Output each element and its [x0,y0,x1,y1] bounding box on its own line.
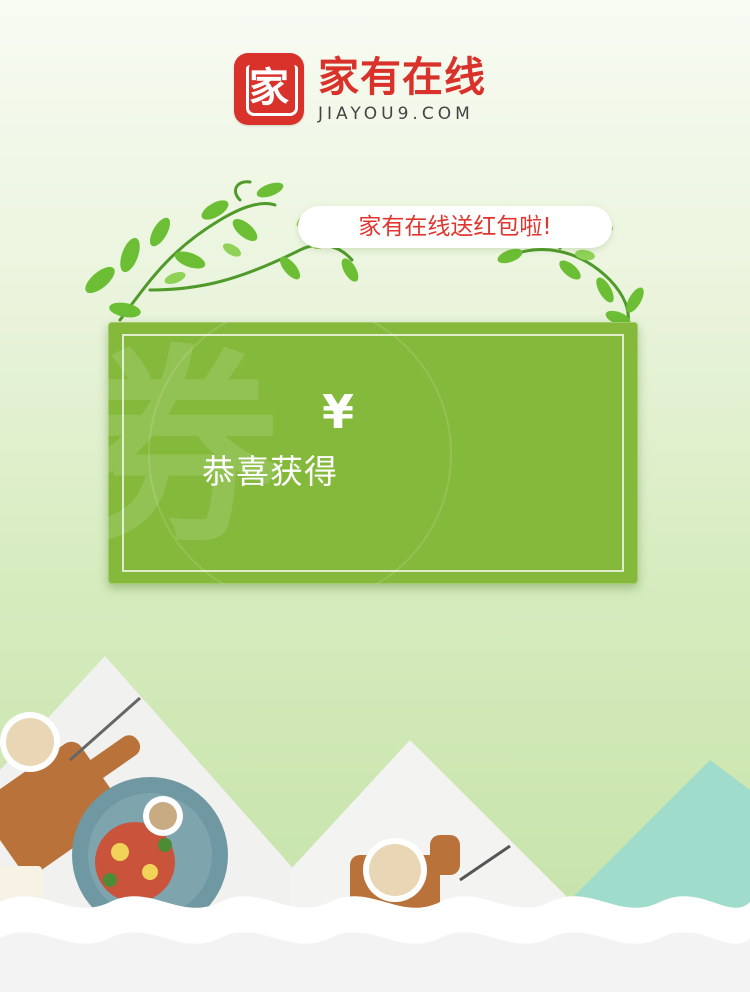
congrats-text: 恭喜获得 [202,452,338,491]
bottom-scenery [0,656,750,992]
brand-logo: 家 家有在线 JIAYOU9.COM [234,52,486,126]
mountain-shapes [560,760,750,910]
promo-banner: 家有在线送红包啦! [298,206,612,248]
logo-glyph: 家 [249,65,289,111]
logo-icon: 家 [234,53,304,125]
brand-text: 家有在线 JIAYOU9.COM [318,53,486,125]
currency-symbol: ¥ [321,385,354,439]
brand-name-cn: 家有在线 [318,53,486,101]
coupon-border [122,334,624,572]
coupon-card[interactable]: 券 ¥ 恭喜获得 [108,322,638,584]
brand-name-en: JIAYOU9.COM [318,104,474,124]
